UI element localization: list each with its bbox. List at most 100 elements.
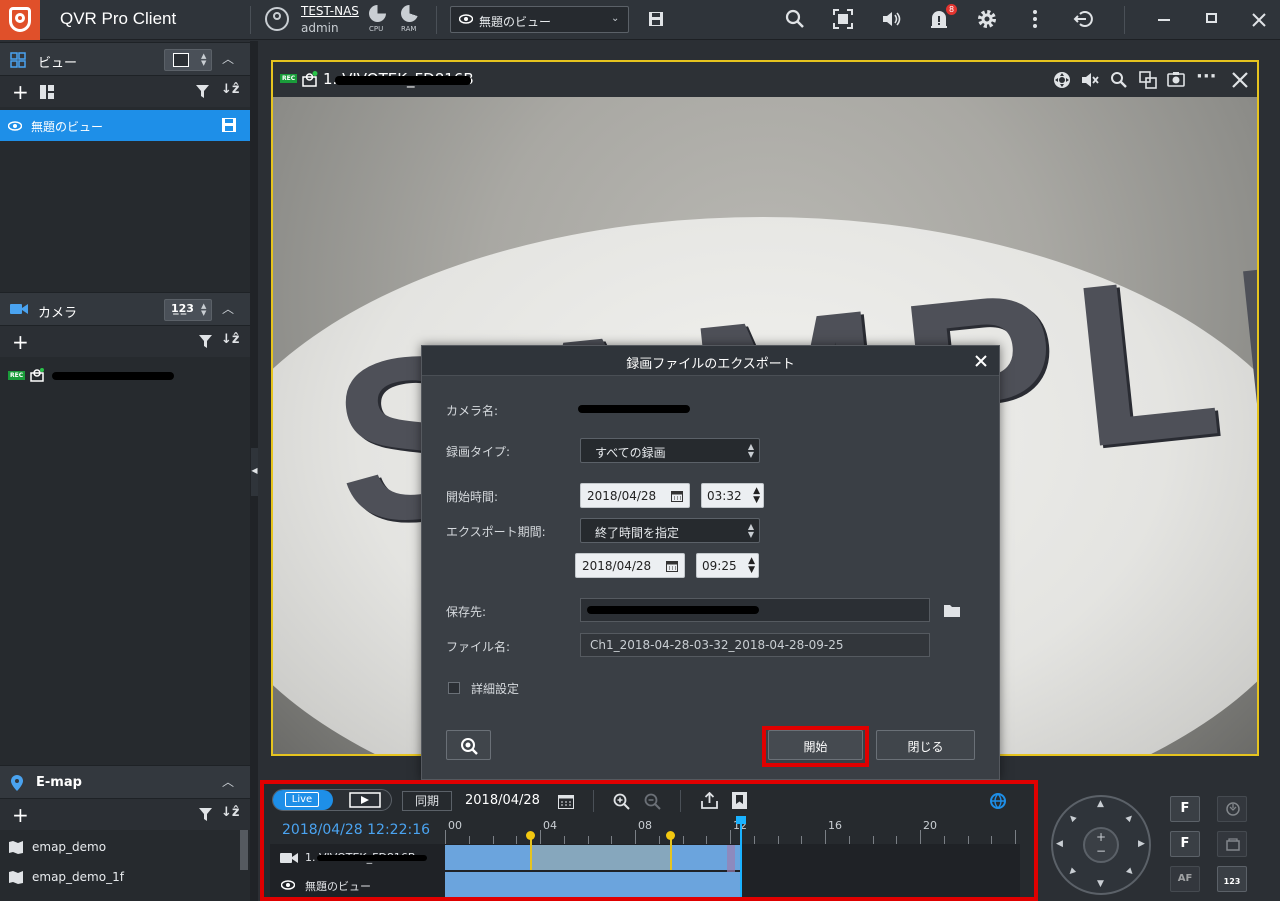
redacted-camera-name [578,405,690,413]
ptz-control-icon[interactable] [1053,71,1071,89]
filter-icon[interactable] [199,335,212,348]
camera-sort-select[interactable]: 1̲2̲3 ▲ ▼ [164,299,212,321]
zoom-icon[interactable] [1110,71,1128,89]
nas-name[interactable]: TEST-NAS [301,4,359,18]
restore-icon[interactable] [1206,13,1217,23]
filter-icon[interactable] [199,808,212,821]
fisheye-icon[interactable] [1139,71,1157,89]
fullscreen-icon[interactable] [832,8,854,30]
collapse-left-icon[interactable]: ◀ [251,448,258,496]
more-horizontal-icon[interactable]: ··· [1196,66,1217,87]
collapse-icon[interactable]: ︿ [222,300,234,317]
close-icon[interactable] [1232,72,1248,88]
start-date-input[interactable]: 2018/04/28 [580,483,690,508]
arrow-down-left-icon[interactable]: ▼ [1067,866,1078,877]
snapshot-icon[interactable] [1167,71,1185,87]
arrow-down-icon[interactable]: ▼ [1097,879,1104,889]
emap-list-item[interactable]: emap_demo [0,833,240,863]
time-spinner-icon[interactable]: ▲ ▼ [753,487,760,505]
preview-button[interactable] [446,730,491,760]
ptz-patrol-button[interactable] [1217,831,1247,857]
filename-value: Ch1_2018-04-28-03-32_2018-04-28-09-25 [590,638,844,652]
view-select[interactable]: 無題のビュー ⌄ [450,6,629,33]
arrow-up-icon[interactable]: ▲ [1097,799,1104,809]
close-icon[interactable] [975,355,987,367]
volume-icon[interactable] [880,8,902,30]
save-location-field[interactable] [580,598,930,622]
emap-panel-header: E-map ︿ [0,765,250,799]
collapse-icon[interactable]: ︿ [222,50,234,67]
close-button[interactable]: 閉じる [876,730,975,760]
record-type-value: すべての録画 [595,446,666,460]
spinner-icon: ▲ ▼ [201,52,207,67]
add-camera-icon[interactable]: + [12,330,29,354]
zoom-plus-minus-icon[interactable]: + − [1085,830,1117,858]
arrow-down-right-icon[interactable]: ▼ [1125,866,1136,877]
sort-icon[interactable]: ↓ẑ [221,82,239,97]
camera-header: REC 1. VIVOTEK_FD816B ··· [273,62,1257,97]
rec-badge: REC [8,371,26,380]
filename-field[interactable]: Ch1_2018-04-28-03-32_2018-04-28-09-25 [580,633,930,657]
ptz-joystick[interactable]: + − ▲ ▼ ◀ ▶ ▲ ▲ ▼ ▼ [1051,795,1151,895]
arrow-up-right-icon[interactable]: ▲ [1125,812,1136,823]
title-bar: QVR Pro Client TEST-NAS admin CPU RAM 無題… [0,0,1280,40]
add-emap-icon[interactable]: + [12,803,29,827]
save-icon[interactable] [222,118,236,132]
emap-list-item[interactable]: emap_demo_1f [0,863,240,893]
save-view-icon[interactable] [648,11,664,27]
add-view-icon[interactable]: + [12,80,29,104]
views-toolbar: + ↓ẑ [0,77,250,107]
sort-icon[interactable]: ↓ẑ [221,805,239,820]
view-list-item[interactable]: 無題のビュー [0,110,250,141]
close-window-icon[interactable] [1252,13,1266,27]
views-sequence-select[interactable]: ▲ ▼ [164,49,212,71]
user-name: admin [301,21,339,35]
emap-scrollbar[interactable] [240,830,248,870]
sort-icon[interactable]: ↓ẑ [221,332,239,347]
views-grid-icon [10,52,26,68]
arrow-right-icon[interactable]: ▶ [1138,839,1145,849]
emap-item-label: emap_demo [32,840,107,854]
gear-icon[interactable] [976,8,998,30]
search-icon[interactable] [784,8,806,30]
ptz-preset-button[interactable]: 123 [1217,866,1247,892]
ptz-zoom-control[interactable]: + − [1083,827,1119,863]
user-avatar-icon[interactable] [265,7,289,31]
end-time-input[interactable]: 09:25 ▲ ▼ [696,553,759,578]
autofocus-button[interactable]: AF [1170,866,1200,892]
ptz-patrol-icon [1226,838,1240,851]
calendar-icon[interactable] [666,560,678,572]
folder-icon[interactable] [944,604,960,617]
collapse-icon[interactable]: ︿ [222,773,234,790]
dialog-header: 録画ファイルのエクスポート [422,346,999,376]
camera-device-icon [30,368,44,382]
calendar-icon[interactable] [671,490,683,502]
time-spinner-icon[interactable]: ▲ ▼ [748,557,755,575]
logout-icon[interactable] [1072,8,1094,30]
minimize-icon[interactable] [1158,19,1170,21]
views-panel-title: ビュー [38,56,78,71]
camera-list [0,357,250,765]
camera-list-item[interactable]: REC [0,364,250,388]
focus-near-label: F [1180,801,1190,816]
end-date-input[interactable]: 2018/04/28 [575,553,685,578]
arrow-up-left-icon[interactable]: ▲ [1067,812,1078,823]
export-period-select[interactable]: 終了時間を指定 ▲ ▼ [580,518,760,543]
spinner-icon: ▲ ▼ [747,442,754,459]
mute-icon[interactable] [1081,72,1099,88]
filter-icon[interactable] [196,85,209,98]
record-type-select[interactable]: すべての録画 ▲ ▼ [580,438,760,463]
start-time-input[interactable]: 03:32 ▲ ▼ [701,483,764,508]
focus-far-button[interactable]: F [1170,831,1200,857]
arrow-left-icon[interactable]: ◀ [1056,839,1063,849]
map-icon [9,871,23,884]
ram-gauge-icon [401,5,418,22]
eye-icon [8,121,22,131]
focus-near-button[interactable]: F [1170,796,1200,822]
start-time-label: 開始時間: [446,490,499,504]
ptz-home-button[interactable] [1217,796,1247,822]
more-vertical-icon[interactable] [1024,8,1046,30]
advanced-checkbox[interactable] [448,682,460,694]
export-period-value: 終了時間を指定 [595,526,680,540]
layout-icon[interactable] [40,85,54,99]
